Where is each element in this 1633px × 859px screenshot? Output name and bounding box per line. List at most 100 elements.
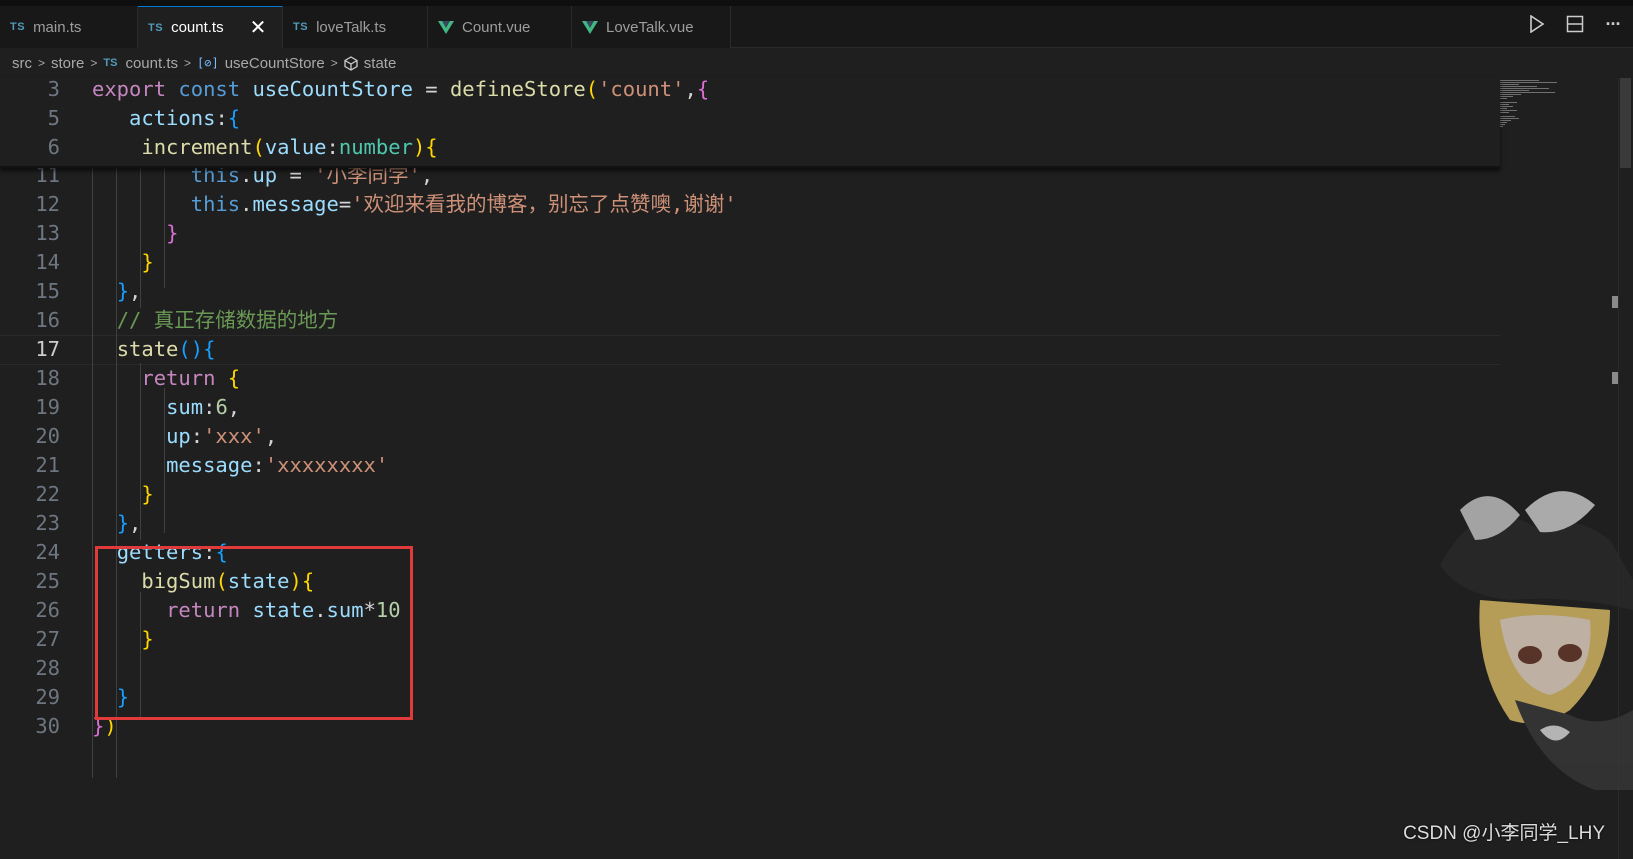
- code-token: defineStore: [449, 77, 586, 101]
- code-line[interactable]: 21 message:'xxxxxxxx': [0, 450, 1500, 480]
- code-token: sum: [166, 395, 204, 419]
- code-text: state(){: [92, 334, 216, 364]
- line-number: 18: [35, 366, 60, 390]
- tab-count-ts[interactable]: TS count.ts ✕: [138, 6, 283, 48]
- code-token: {: [425, 135, 438, 159]
- code-text: },: [92, 276, 142, 306]
- code-token: :: [252, 453, 265, 477]
- ts-icon: TS: [293, 21, 309, 33]
- code-token: 6: [215, 395, 228, 419]
- close-icon[interactable]: ✕: [250, 18, 267, 38]
- code-text: }: [92, 218, 178, 248]
- line-number: 3: [47, 77, 60, 101]
- code-token: actions: [129, 106, 216, 130]
- breadcrumb-item-file[interactable]: TS count.ts: [103, 55, 178, 72]
- code-token: value: [264, 135, 327, 159]
- code-line[interactable]: 19 sum:6,: [0, 392, 1500, 422]
- code-token: :: [215, 106, 228, 130]
- line-number: 22: [35, 482, 60, 506]
- tab-label: LoveTalk.vue: [606, 18, 694, 36]
- code-text: },: [92, 508, 142, 538]
- code-line[interactable]: 15 },: [0, 276, 1500, 306]
- watermark-text: CSDN @小李同学_LHY: [1403, 823, 1605, 844]
- code-token: (: [252, 135, 265, 159]
- line-number: 12: [35, 192, 60, 216]
- code-line[interactable]: 14 }: [0, 247, 1500, 277]
- sticky-scroll-header[interactable]: 3 export const useCountStore = defineStor…: [0, 77, 1500, 168]
- code-line[interactable]: 6 increment(value:number){: [0, 132, 1500, 162]
- minimap-line: [1499, 88, 1549, 89]
- line-number: 20: [35, 424, 60, 448]
- code-token: ,: [129, 511, 142, 535]
- code-text: return {: [92, 363, 240, 393]
- tab-count-vue[interactable]: Count.vue: [428, 6, 572, 48]
- code-editor[interactable]: 11 this.up = '小李同学', 12 this.message='欢迎来…: [0, 77, 1633, 859]
- breadcrumb-item-method[interactable]: state: [344, 55, 396, 72]
- split-editor-icon[interactable]: [1565, 14, 1585, 34]
- code-token: this: [190, 192, 241, 216]
- tab-label: count.ts: [171, 19, 224, 36]
- code-line[interactable]: 17 state(){: [0, 334, 1500, 364]
- line-number: 16: [35, 308, 60, 332]
- code-token: (): [178, 337, 204, 361]
- code-token: up: [166, 424, 191, 448]
- minimap-line: [1499, 104, 1509, 105]
- more-actions-icon[interactable]: ···: [1603, 14, 1623, 34]
- code-line[interactable]: 12 this.message='欢迎来看我的博客，别忘了点赞噢,谢谢': [0, 189, 1500, 219]
- line-number: 13: [35, 221, 60, 245]
- breadcrumb-item-store[interactable]: store: [51, 55, 84, 72]
- code-line[interactable]: 5 actions:{: [0, 103, 1500, 133]
- annotation-box: [95, 546, 413, 720]
- line-number: 29: [35, 685, 60, 709]
- editor-actions: ···: [1527, 14, 1623, 34]
- code-text: this.message='欢迎来看我的博客，别忘了点赞噢,谢谢': [92, 189, 737, 219]
- code-line[interactable]: 16 // 真正存储数据的地方: [0, 305, 1500, 335]
- code-token: {: [203, 337, 216, 361]
- minimap-line: [1499, 118, 1519, 119]
- ts-icon: TS: [10, 21, 26, 33]
- code-token: const: [178, 77, 253, 101]
- breadcrumb-item-symbol[interactable]: [⊘] useCountStore: [197, 55, 325, 72]
- chevron-right-icon: >: [90, 56, 98, 70]
- code-line[interactable]: 13 }: [0, 218, 1500, 248]
- minimap[interactable]: [1495, 78, 1565, 158]
- tab-label: main.ts: [33, 18, 82, 36]
- line-number: 24: [35, 540, 60, 564]
- line-number: 21: [35, 453, 60, 477]
- tab-main-ts[interactable]: TS main.ts: [0, 6, 138, 48]
- code-token: }: [116, 279, 130, 303]
- minimap-line: [1499, 84, 1519, 85]
- line-number: 17: [35, 337, 60, 361]
- code-token: }: [141, 482, 154, 506]
- code-token: number: [338, 135, 413, 159]
- line-number: 6: [47, 135, 60, 159]
- run-icon[interactable]: [1527, 14, 1547, 34]
- mascot-decoration-image: [1440, 491, 1633, 790]
- code-text: }: [92, 479, 154, 509]
- vue-icon: [438, 20, 454, 34]
- scrollbar-thumb[interactable]: [1620, 78, 1631, 168]
- chevron-right-icon: >: [183, 56, 191, 70]
- code-line[interactable]: 22 }: [0, 479, 1500, 509]
- code-line[interactable]: 20 up:'xxx',: [0, 421, 1500, 451]
- code-token: :: [190, 424, 204, 448]
- tab-lovetalk-ts[interactable]: TS loveTalk.ts: [283, 6, 428, 48]
- code-token: ,: [227, 395, 241, 419]
- code-line[interactable]: 23 },: [0, 508, 1500, 538]
- breadcrumb-item-src[interactable]: src: [12, 55, 32, 72]
- code-line[interactable]: 18 return {: [0, 363, 1500, 393]
- code-token: {: [696, 77, 710, 101]
- minimap-line: [1499, 98, 1507, 99]
- tab-lovetalk-vue[interactable]: LoveTalk.vue: [572, 6, 731, 48]
- code-line[interactable]: 3 export const useCountStore = defineStor…: [0, 74, 1500, 104]
- breadcrumb-file-label: count.ts: [125, 54, 178, 72]
